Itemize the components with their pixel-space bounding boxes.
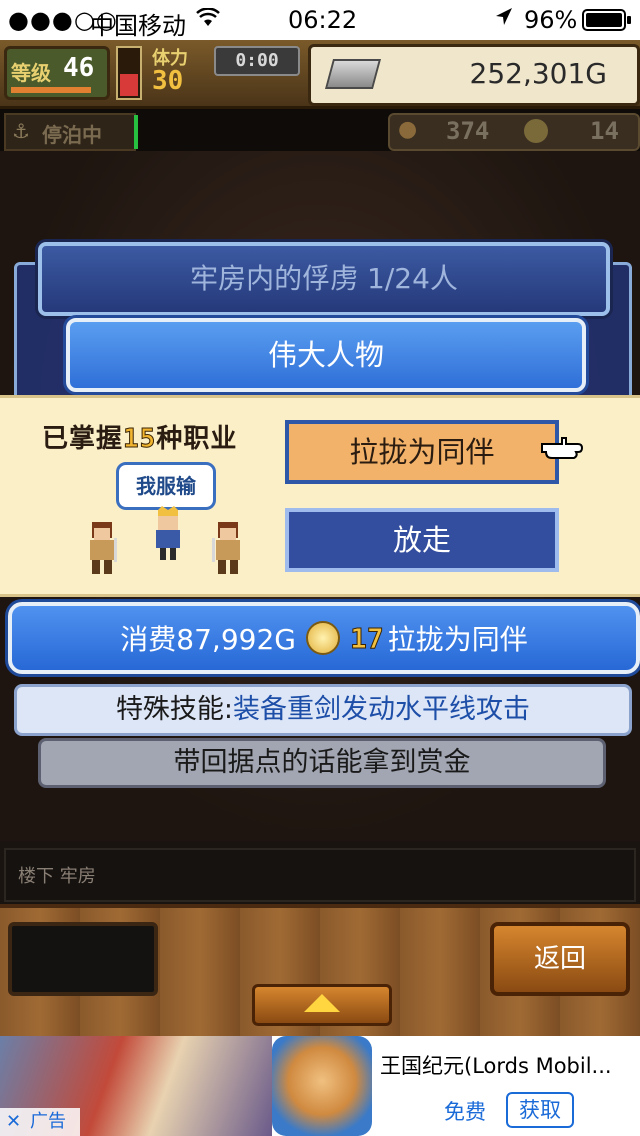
hud-status-row: ⚓ 停泊中 ● 374 14 (0, 109, 640, 151)
bounty-info: 带回据点的话能拿到赏金 (38, 738, 606, 788)
status-indicator (134, 115, 138, 149)
stamina-value: 30 (152, 66, 184, 96)
gold-amount: 252,301G (469, 57, 607, 90)
resource-value: 374 (446, 117, 490, 145)
medal-value: 14 (590, 117, 619, 145)
prisoner-title-banner: 伟大人物 (66, 318, 586, 392)
scroll-up-button[interactable] (252, 984, 392, 1026)
ad-label[interactable]: ✕ 广告 (0, 1108, 80, 1136)
medal-icon (524, 119, 548, 143)
cost-amount: 消费87,992G (120, 623, 296, 656)
guard-sprite-right (208, 520, 248, 576)
special-skill: 特殊技能:装备重剑发动水平线攻击 (14, 684, 632, 736)
status-bar: ●●●○○ 中国移动 06:22 96% (0, 0, 640, 40)
empty-slot (8, 922, 158, 996)
game-hud: 等级 46 体力 30 0:00 252,301G (0, 40, 640, 109)
location-arrow-icon (494, 6, 514, 34)
level-label: 等级 (11, 61, 51, 85)
skill-label: 特殊技能: (115, 694, 234, 725)
jobs-mastered: 已掌握15种职业 (42, 418, 237, 455)
stamina-gauge (116, 46, 142, 100)
ad-app-icon[interactable] (272, 1036, 372, 1136)
medal-coin-icon (305, 621, 340, 655)
location-label: 楼下 牢房 (4, 848, 636, 902)
bread-icon: ● (398, 117, 418, 142)
wifi-icon (196, 6, 220, 34)
timer: 0:00 (214, 46, 300, 76)
clock: 06:22 (288, 6, 358, 34)
ad-title[interactable]: 王国纪元(Lords Mobil... (380, 1050, 636, 1080)
speech-bubble: 我服输 (116, 462, 216, 510)
resources-box: ● 374 14 (388, 113, 640, 151)
recruit-cost-button[interactable]: 消费87,992G 17 拉拢为同伴 (8, 602, 640, 674)
cost-action: 拉拢为同伴 (387, 623, 528, 656)
battery-icon (582, 9, 632, 37)
gold-box: 252,301G (308, 44, 640, 106)
anchor-icon: ⚓ (12, 119, 30, 143)
moored-status: ⚓ 停泊中 (4, 113, 136, 151)
cost-medals: 17 (349, 621, 384, 655)
level-value: 46 (63, 53, 95, 83)
battery-percent: 96% (524, 6, 578, 34)
moored-label: 停泊中 (42, 123, 102, 147)
silver-bar-icon (324, 59, 382, 89)
jobs-prefix: 已掌握 (42, 424, 124, 454)
up-arrow-icon (304, 994, 340, 1012)
jobs-suffix: 种职业 (156, 424, 238, 454)
exp-bar (11, 87, 91, 93)
close-icon[interactable]: ✕ (6, 1108, 21, 1136)
level-box: 等级 46 (4, 46, 110, 100)
ad-price: 免费 (444, 1100, 486, 1124)
skill-value: 装备重剑发动水平线攻击 (233, 694, 531, 725)
ad-label-text: 广告 (30, 1111, 66, 1132)
guard-sprite-left (82, 520, 122, 576)
release-button[interactable]: 放走 (285, 508, 559, 572)
pointing-hand-cursor-icon (540, 432, 584, 466)
back-button[interactable]: 返回 (490, 922, 630, 996)
dialog-title: 牢房内的俘虏 1/24人 (38, 242, 610, 316)
jobs-count: 15 (123, 424, 157, 455)
ad-get-button[interactable]: 获取 (506, 1092, 574, 1128)
prisoner-sprite (148, 506, 188, 562)
carrier-name: 中国移动 (90, 12, 186, 40)
stamina-gauge-fill (120, 74, 138, 96)
recruit-button[interactable]: 拉拢为同伴 (285, 420, 559, 484)
